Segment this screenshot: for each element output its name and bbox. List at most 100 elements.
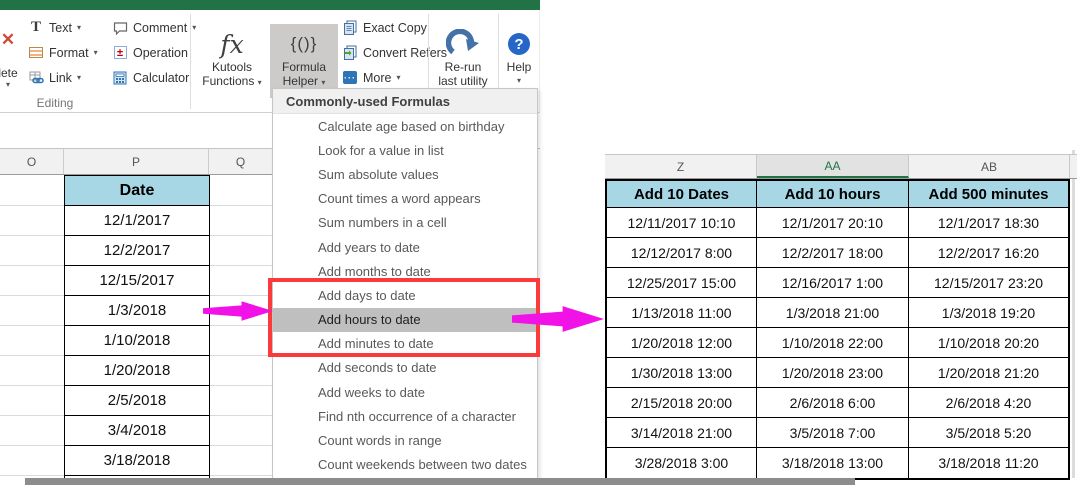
- calculator-button[interactable]: Calculator: [112, 65, 196, 90]
- formula-helper-dropdown: Commonly-used Formulas Calculate age bas…: [272, 88, 538, 485]
- result-header-add-10-hours[interactable]: Add 10 hours: [757, 181, 909, 208]
- operation-label: Operation: [133, 45, 188, 60]
- text-button[interactable]: T Text ▾: [28, 15, 98, 40]
- date-cell[interactable]: 1/10/2018: [65, 326, 209, 356]
- column-header-AB[interactable]: AB: [909, 155, 1070, 178]
- result-cell[interactable]: 1/10/2018 20:20: [909, 328, 1068, 358]
- result-cell[interactable]: 2/6/2018 6:00: [757, 388, 909, 418]
- table-header-row: Add 10 Dates Add 10 hours Add 500 minute…: [607, 181, 1068, 208]
- result-cell[interactable]: 2/15/2018 20:00: [607, 388, 757, 418]
- menu-item-add-weeks[interactable]: Add weeks to date: [273, 380, 537, 404]
- title-bar-strip: [0, 0, 540, 10]
- column-header-Z[interactable]: Z: [605, 155, 757, 178]
- table-row: 12/11/2017 10:10 12/1/2017 20:10 12/1/20…: [607, 208, 1068, 238]
- result-cell[interactable]: 1/20/2018 23:00: [757, 358, 909, 388]
- menu-item-sum-absolute[interactable]: Sum absolute values: [273, 162, 537, 186]
- text-label: Text: [49, 20, 72, 35]
- table-row: 1/13/2018 11:00 1/3/2018 21:00 1/3/2018 …: [607, 298, 1068, 328]
- menu-item-add-years[interactable]: Add years to date: [273, 235, 537, 259]
- calculator-icon: [112, 70, 128, 86]
- magenta-arrow-left: [203, 301, 273, 321]
- menu-item-calculate-age[interactable]: Calculate age based on birthday: [273, 114, 537, 138]
- chevron-down-icon: ▾: [93, 48, 98, 57]
- result-cell[interactable]: 12/11/2017 10:10: [607, 208, 757, 238]
- result-cell[interactable]: 1/3/2018 21:00: [757, 298, 909, 328]
- table-row: 12/12/2017 8:00 12/2/2017 18:00 12/2/201…: [607, 238, 1068, 268]
- result-cell[interactable]: 12/2/2017 16:20: [909, 238, 1068, 268]
- date-cell[interactable]: 12/1/2017: [65, 206, 209, 236]
- screenshot-root: ✕ lete ▾ T Text ▾ Format ▾ Link ▾ Commen…: [0, 0, 1077, 485]
- result-header-add-500-minutes[interactable]: Add 500 minutes: [909, 181, 1068, 208]
- help-button[interactable]: ? Help ▾: [500, 24, 538, 98]
- result-cell[interactable]: 1/30/2018 13:00: [607, 358, 757, 388]
- column-header-Q[interactable]: Q: [209, 149, 272, 174]
- formula-helper-button[interactable]: {()} Formula Helper ▾: [270, 24, 338, 98]
- menu-item-add-seconds[interactable]: Add seconds to date: [273, 356, 537, 380]
- chevron-down-icon: ▾: [5, 80, 10, 89]
- column-header-O[interactable]: O: [0, 149, 64, 174]
- result-cell[interactable]: 3/5/2018 7:00: [757, 418, 909, 448]
- result-cell[interactable]: 1/10/2018 22:00: [757, 328, 909, 358]
- ribbon-separator: [190, 14, 191, 109]
- kutools-functions-label2: Functions ▾: [202, 74, 262, 88]
- format-label: Format: [49, 45, 89, 60]
- rerun-last-utility-button[interactable]: Re-run last utility: [430, 24, 496, 98]
- menu-item-count-words[interactable]: Count words in range: [273, 428, 537, 452]
- menu-item-count-times-word[interactable]: Count times a word appears: [273, 187, 537, 211]
- column-header-P[interactable]: P: [64, 149, 209, 174]
- table-row: 12/25/2017 15:00 12/16/2017 1:00 12/15/2…: [607, 268, 1068, 298]
- editing-group-label: Editing: [36, 96, 74, 110]
- date-cell[interactable]: 3/4/2018: [65, 416, 209, 446]
- menu-item-add-days[interactable]: Add days to date: [273, 283, 537, 307]
- comment-button[interactable]: Comment ▾: [112, 15, 196, 40]
- date-cell[interactable]: 3/18/2018: [65, 446, 209, 476]
- result-cell[interactable]: 3/18/2018 11:20: [909, 448, 1068, 478]
- menu-item-find-nth[interactable]: Find nth occurrence of a character: [273, 404, 537, 428]
- result-cell[interactable]: 12/12/2017 8:00: [607, 238, 757, 268]
- menu-item-sum-numbers-cell[interactable]: Sum numbers in a cell: [273, 211, 537, 235]
- menu-item-add-hours[interactable]: Add hours to date: [273, 307, 537, 332]
- result-cell[interactable]: 1/3/2018 19:20: [909, 298, 1068, 328]
- menu-item-add-minutes[interactable]: Add minutes to date: [273, 332, 537, 356]
- result-cell[interactable]: 12/2/2017 18:00: [757, 238, 909, 268]
- result-cell[interactable]: 12/1/2017 20:10: [757, 208, 909, 238]
- more-label: More: [363, 70, 392, 85]
- date-cell[interactable]: 1/3/2018: [65, 296, 209, 326]
- column-header-AA-selected[interactable]: AA: [757, 155, 909, 178]
- result-header-add-10-dates[interactable]: Add 10 Dates: [607, 181, 757, 208]
- table-row: 1/30/2018 13:00 1/20/2018 23:00 1/20/201…: [607, 358, 1068, 388]
- operation-button[interactable]: ± Operation: [112, 40, 196, 65]
- result-cell[interactable]: 1/20/2018 12:00: [607, 328, 757, 358]
- result-cell[interactable]: 12/15/2017 23:20: [909, 268, 1068, 298]
- date-table-header-cell[interactable]: Date: [65, 176, 209, 206]
- date-cell[interactable]: 12/2/2017: [65, 236, 209, 266]
- link-label: Link: [49, 70, 72, 85]
- result-cell[interactable]: 1/20/2018 21:20: [909, 358, 1068, 388]
- result-cell[interactable]: 12/16/2017 1:00: [757, 268, 909, 298]
- kutools-functions-button[interactable]: fx Kutools Functions ▾: [196, 24, 268, 98]
- format-button[interactable]: Format ▾: [28, 40, 98, 65]
- operation-icon: ±: [112, 45, 128, 61]
- result-cell[interactable]: 3/5/2018 5:20: [909, 418, 1068, 448]
- more-icon: ···: [343, 71, 357, 84]
- link-button[interactable]: Link ▾: [28, 65, 98, 90]
- date-cell[interactable]: 12/15/2017: [65, 266, 209, 296]
- menu-item-count-weekends[interactable]: Count weekends between two dates: [273, 453, 537, 477]
- help-label: Help: [506, 60, 532, 74]
- help-icon: ?: [508, 28, 530, 60]
- result-cell[interactable]: 2/6/2018 4:20: [909, 388, 1068, 418]
- calculator-label: Calculator: [133, 70, 190, 85]
- date-cell[interactable]: 2/5/2018: [65, 386, 209, 416]
- result-cell[interactable]: 12/1/2017 18:30: [909, 208, 1068, 238]
- result-cell[interactable]: 12/25/2017 15:00: [607, 268, 757, 298]
- chevron-down-icon: ▾: [321, 78, 326, 87]
- result-cell[interactable]: 3/18/2018 13:00: [757, 448, 909, 478]
- horizontal-scrollbar[interactable]: [25, 478, 855, 485]
- result-cell[interactable]: 1/13/2018 11:00: [607, 298, 757, 328]
- fx-icon: fx: [220, 29, 244, 59]
- result-cell[interactable]: 3/28/2018 3:00: [607, 448, 757, 478]
- menu-item-add-months[interactable]: Add months to date: [273, 259, 537, 283]
- menu-item-look-for-value[interactable]: Look for a value in list: [273, 138, 537, 162]
- result-cell[interactable]: 3/14/2018 21:00: [607, 418, 757, 448]
- date-cell[interactable]: 1/20/2018: [65, 356, 209, 386]
